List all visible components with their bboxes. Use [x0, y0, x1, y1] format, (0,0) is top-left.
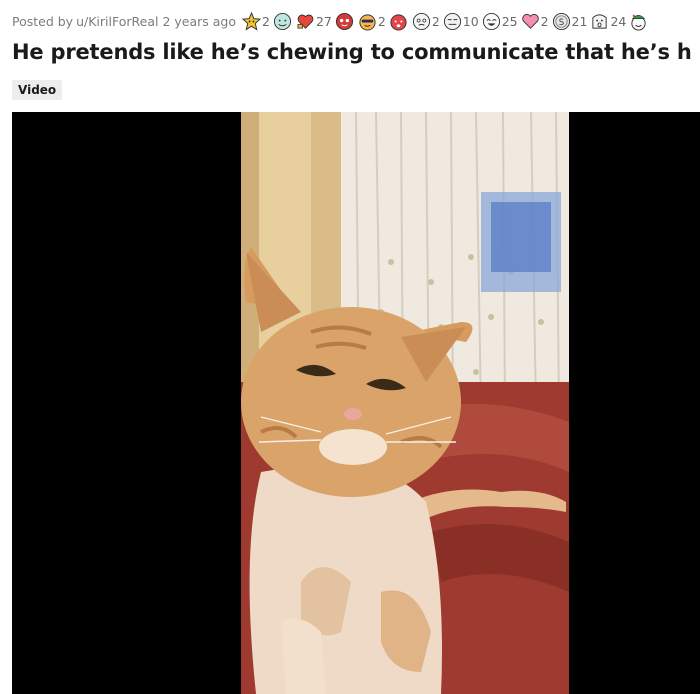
award-count: 2 — [377, 13, 386, 29]
award-star-face[interactable]: 2 — [242, 11, 270, 31]
award-count: 2 — [431, 13, 440, 29]
award-party-face[interactable] — [629, 12, 649, 31]
blue-face-award-icon — [273, 12, 292, 30]
award-cool-face[interactable]: 2 — [358, 12, 386, 31]
award-count: 24 — [610, 13, 627, 29]
party-face-award-icon — [631, 14, 646, 31]
pink-heart-award-icon — [521, 13, 539, 29]
award-shocked-face[interactable]: 24 — [590, 12, 626, 31]
post-flair[interactable]: Video — [12, 80, 63, 100]
award-blue-face[interactable] — [273, 12, 293, 31]
video-player[interactable] — [12, 112, 700, 694]
heart-pin-award-icon — [297, 14, 314, 29]
crying-face-award-icon — [412, 12, 430, 30]
award-count: 10 — [462, 13, 479, 29]
heart-eyes-award-icon — [335, 12, 353, 30]
post-card: Posted by u/KirilForReal 2 years ago 2 2… — [0, 0, 700, 694]
award-red-face[interactable] — [389, 12, 409, 31]
svg-text:S: S — [558, 17, 563, 27]
award-count: 2 — [540, 13, 549, 29]
award-count: 21 — [571, 13, 588, 29]
cool-face-award-icon — [359, 13, 376, 31]
award-sweaty-face[interactable]: 10 — [443, 12, 479, 31]
posted-by-label: Posted by — [12, 13, 74, 29]
award-count: 2 — [262, 13, 270, 29]
star-face-award-icon — [242, 11, 262, 31]
award-silver-coin[interactable]: S 21 — [552, 12, 588, 31]
award-heart-pin[interactable]: 27 — [296, 12, 332, 31]
awards-bar: 2 27 2 2 10 25 2 S 21 24 — [242, 11, 652, 31]
award-crying-face[interactable]: 2 — [412, 12, 440, 31]
post-title[interactable]: He pretends like he’s chewing to communi… — [12, 40, 692, 64]
award-count: 25 — [501, 13, 518, 29]
author-link[interactable]: u/KirilForReal — [76, 14, 158, 29]
award-count: 27 — [315, 13, 332, 29]
award-laughing-face[interactable]: 25 — [482, 12, 518, 31]
award-heart-eyes[interactable] — [335, 12, 355, 31]
post-meta: Posted by u/KirilForReal 2 years ago 2 2… — [12, 9, 652, 33]
post-age: 2 years ago — [162, 13, 237, 29]
award-pink-heart[interactable]: 2 — [521, 12, 549, 31]
shocked-face-award-icon — [592, 13, 608, 29]
cat-video-thumbnail — [241, 112, 569, 694]
sweaty-face-award-icon — [443, 12, 461, 30]
video-frame — [241, 112, 569, 694]
red-face-award-icon — [390, 13, 407, 31]
laughing-face-award-icon — [482, 12, 500, 30]
silver-coin-award-icon: S — [552, 12, 570, 30]
